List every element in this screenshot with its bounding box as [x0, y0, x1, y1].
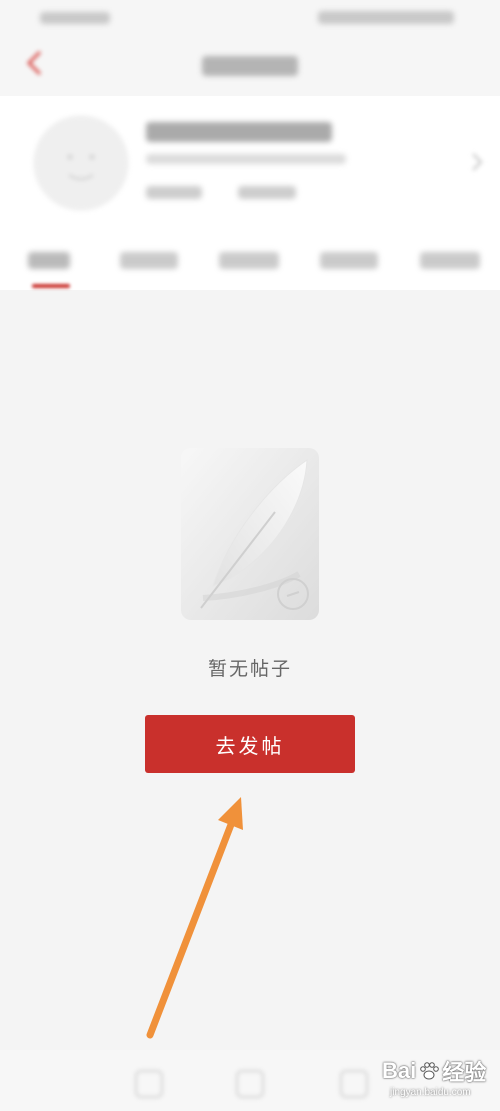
- tab-4[interactable]: [320, 252, 378, 269]
- tab-5[interactable]: [420, 252, 480, 269]
- status-bar-left: [40, 12, 110, 24]
- active-tab-indicator: [32, 284, 70, 288]
- tab-1[interactable]: [28, 252, 70, 269]
- empty-state-message: 暂无帖子: [207, 658, 292, 680]
- profile-username: [146, 122, 332, 142]
- profile-stat-following: [146, 186, 202, 199]
- page-title: [202, 56, 298, 76]
- chevron-left-icon[interactable]: [22, 48, 48, 78]
- nav-home-icon[interactable]: [135, 1070, 163, 1098]
- tab-3[interactable]: [219, 252, 279, 269]
- tab-2[interactable]: [120, 252, 178, 269]
- create-post-button[interactable]: 去发帖: [145, 715, 355, 773]
- status-bar-right: [318, 11, 454, 24]
- nav-profile-icon[interactable]: [340, 1070, 368, 1098]
- avatar-placeholder-icon[interactable]: [33, 115, 129, 211]
- feather-paper-icon: [181, 448, 319, 620]
- top-bar: [0, 36, 500, 96]
- nav-middle-icon[interactable]: [236, 1070, 264, 1098]
- tab-bar: [0, 234, 500, 290]
- status-bar: [0, 0, 500, 36]
- profile-stat-followers: [238, 186, 296, 199]
- app-screen: 暂无帖子 去发帖 Bai 经验 jingyan.baidu.com: [0, 0, 500, 1111]
- profile-subtitle: [146, 154, 346, 164]
- chevron-right-icon[interactable]: [468, 150, 486, 174]
